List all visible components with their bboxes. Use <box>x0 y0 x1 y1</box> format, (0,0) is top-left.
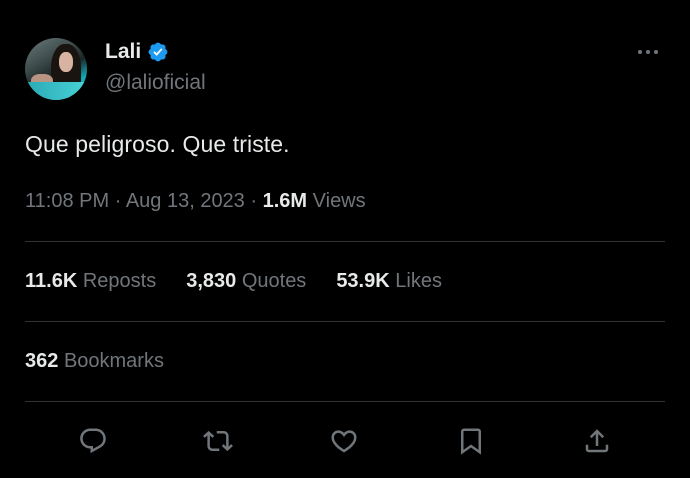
author-handle[interactable]: @lalioficial <box>105 71 206 95</box>
share-icon[interactable] <box>582 426 612 456</box>
engagement-stats: 11.6K Reposts 3,830 Quotes 53.9K Likes <box>25 270 442 293</box>
separator-dot: · <box>250 190 258 212</box>
tweet-text: Que peligroso. Que triste. <box>25 131 290 157</box>
views-label: Views <box>312 190 366 212</box>
verified-badge-icon[interactable] <box>147 41 169 63</box>
bookmarks-stat[interactable]: 362 Bookmarks <box>25 350 164 373</box>
likes-stat[interactable]: 53.9K Likes <box>336 270 442 293</box>
likes-label: Likes <box>395 270 442 292</box>
reposts-count: 11.6K <box>25 270 78 292</box>
divider <box>25 321 665 322</box>
quotes-stat[interactable]: 3,830 Quotes <box>186 270 306 293</box>
avatar-clothing <box>25 82 87 100</box>
quotes-label: Quotes <box>241 270 307 292</box>
reply-icon[interactable] <box>78 426 108 456</box>
tweet-date[interactable]: Aug 13, 2023 <box>126 190 245 212</box>
reposts-stat[interactable]: 11.6K Reposts <box>25 270 156 293</box>
like-icon[interactable] <box>329 426 359 456</box>
likes-count: 53.9K <box>336 270 390 292</box>
divider <box>25 401 665 402</box>
avatar[interactable] <box>25 38 87 100</box>
separator-dot: · <box>114 190 122 212</box>
repost-icon[interactable] <box>203 426 233 456</box>
reposts-label: Reposts <box>82 270 157 292</box>
views-count: 1.6M <box>262 190 308 212</box>
quotes-count: 3,830 <box>186 270 237 292</box>
dot <box>646 50 650 54</box>
bookmarks-label: Bookmarks <box>63 350 164 372</box>
tweet-time[interactable]: 11:08 PM <box>25 190 109 212</box>
divider <box>25 241 665 242</box>
avatar-face <box>59 52 73 72</box>
bookmark-icon[interactable] <box>456 426 486 456</box>
dot <box>638 50 642 54</box>
author-name-row[interactable]: Lali <box>105 40 169 64</box>
dot <box>654 50 658 54</box>
action-bar <box>0 426 690 456</box>
author-display-name[interactable]: Lali <box>105 40 141 64</box>
more-options-icon[interactable] <box>638 44 664 60</box>
bookmarks-count: 362 <box>25 350 59 372</box>
tweet-meta: 11:08 PM · Aug 13, 2023 · 1.6M Views <box>25 190 366 213</box>
